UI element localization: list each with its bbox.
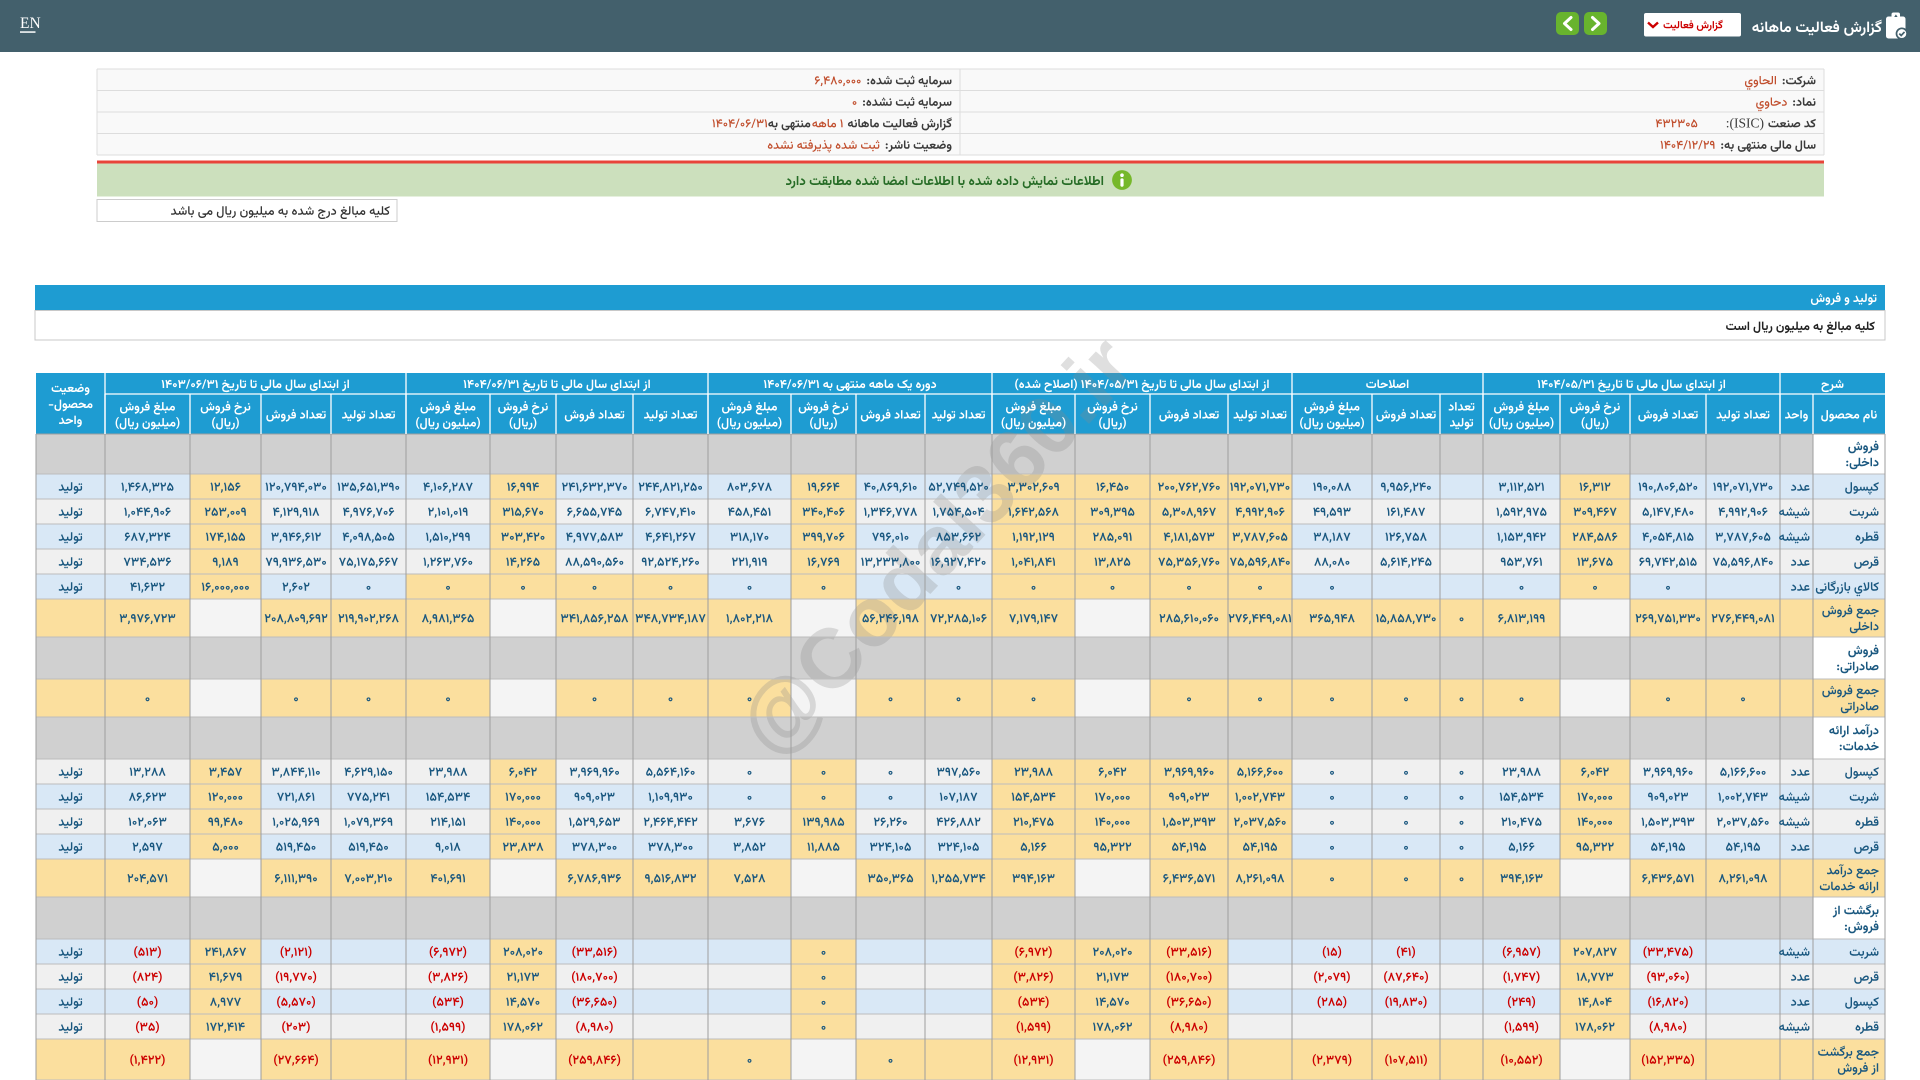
svg-text::(ISIC): :(ISIC) (1726, 115, 1764, 130)
svg-text:EN: EN (20, 15, 41, 32)
